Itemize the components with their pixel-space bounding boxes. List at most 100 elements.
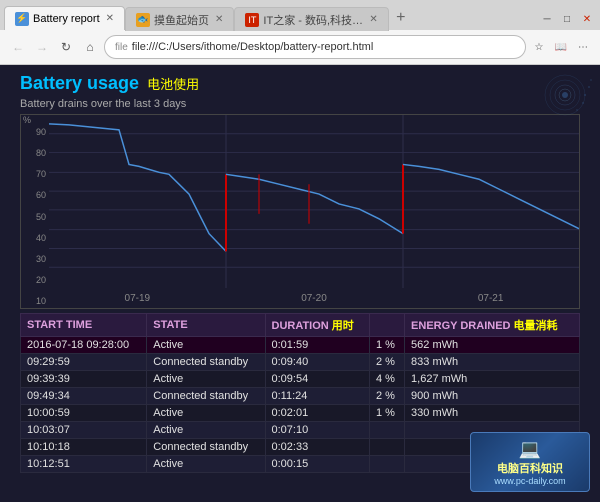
- cell-start-time: 10:00:59: [21, 405, 147, 422]
- maximize-button[interactable]: □: [558, 10, 576, 28]
- cell-start-time: 10:03:07: [21, 422, 147, 439]
- tab-favicon-1: ⚡: [15, 12, 29, 26]
- browser-chrome: ⚡ Battery report ✕ 🐟 摸鱼起始页 ✕ IT IT之家 - 数…: [0, 0, 600, 65]
- back-button[interactable]: ←: [8, 37, 28, 57]
- close-window-button[interactable]: ✕: [578, 10, 596, 28]
- chart-inner: [49, 115, 579, 288]
- y-label-60: 60: [21, 190, 49, 200]
- cell-energy: 900 mWh: [405, 388, 580, 405]
- col-energy: ENERGY DRAINED 电量消耗: [405, 314, 580, 337]
- cell-start-time: 09:29:59: [21, 354, 147, 371]
- cell-energy: 330 mWh: [405, 405, 580, 422]
- tab-favicon-3: IT: [245, 13, 259, 27]
- page-title-en: Battery usage: [20, 73, 139, 94]
- table-row: 10:00:59 Active 0:02:01 1 % 330 mWh: [21, 405, 580, 422]
- cell-duration: 0:00:15: [265, 456, 370, 473]
- table-header-row: START TIME STATE DURATION 用时 ENERGY DRAI…: [21, 314, 580, 337]
- cell-start-time: 09:49:34: [21, 388, 147, 405]
- col-percent: [370, 314, 405, 337]
- page-content: Battery usage 电池使用 Battery drains over t…: [0, 65, 600, 502]
- chart-svg: [49, 115, 579, 288]
- y-label-20: 20: [21, 275, 49, 285]
- cell-duration: 0:11:24: [265, 388, 370, 405]
- reload-button[interactable]: ↻: [56, 37, 76, 57]
- reading-mode-button[interactable]: 📖: [552, 38, 570, 56]
- tab-bar: ⚡ Battery report ✕ 🐟 摸鱼起始页 ✕ IT IT之家 - 数…: [0, 0, 600, 30]
- url-text: file:///C:/Users/ithome/Desktop/battery-…: [132, 41, 373, 53]
- cell-state: Connected standby: [147, 354, 265, 371]
- star-button[interactable]: ☆: [530, 38, 548, 56]
- cell-percent: 1 %: [370, 337, 405, 354]
- cell-percent: [370, 456, 405, 473]
- cell-duration: 0:09:40: [265, 354, 370, 371]
- tab-close-3[interactable]: ✕: [369, 14, 377, 25]
- table-row: 2016-07-18 09:28:00 Active 0:01:59 1 % 5…: [21, 337, 580, 354]
- new-tab-button[interactable]: +: [389, 6, 413, 30]
- cell-duration: 0:07:10: [265, 422, 370, 439]
- report-subtitle: Battery drains over the last 3 days: [0, 98, 600, 114]
- cell-state: Connected standby: [147, 388, 265, 405]
- cell-state: Active: [147, 371, 265, 388]
- cell-energy: 1,627 mWh: [405, 371, 580, 388]
- y-axis-title: %: [23, 115, 31, 125]
- cell-state: Active: [147, 422, 265, 439]
- cell-percent: 4 %: [370, 371, 405, 388]
- y-axis: 90 80 70 60 50 40 30 20 10: [21, 125, 49, 308]
- cell-duration: 0:01:59: [265, 337, 370, 354]
- spiral-decoration: [535, 70, 595, 120]
- cell-duration: 0:02:33: [265, 439, 370, 456]
- table-row: 09:29:59 Connected standby 0:09:40 2 % 8…: [21, 354, 580, 371]
- minimize-button[interactable]: ─: [538, 10, 556, 28]
- cell-energy: 833 mWh: [405, 354, 580, 371]
- col-state: STATE: [147, 314, 265, 337]
- y-label-50: 50: [21, 212, 49, 222]
- y-label-40: 40: [21, 233, 49, 243]
- chart-area: % 90 80 70 60 50 40 30 20 10: [20, 114, 580, 309]
- table-row: 09:49:34 Connected standby 0:11:24 2 % 9…: [21, 388, 580, 405]
- home-button[interactable]: ⌂: [80, 37, 100, 57]
- forward-button[interactable]: →: [32, 37, 52, 57]
- y-label-90: 90: [21, 127, 49, 137]
- cell-duration: 0:02:01: [265, 405, 370, 422]
- y-label-10: 10: [21, 296, 49, 306]
- col-duration: DURATION 用时: [265, 314, 370, 337]
- tab-battery-report[interactable]: ⚡ Battery report ✕: [4, 6, 125, 30]
- tab-close-2[interactable]: ✕: [215, 14, 223, 25]
- watermark-url: www.pc-daily.com: [494, 476, 565, 486]
- address-bar: ← → ↻ ⌂ file file:///C:/Users/ithome/Des…: [0, 30, 600, 64]
- x-label-0720: 07-20: [301, 293, 327, 304]
- tab-label-2: 摸鱼起始页: [154, 12, 209, 28]
- cell-state: Active: [147, 337, 265, 354]
- x-label-0721: 07-21: [478, 293, 504, 304]
- tab-fish[interactable]: 🐟 摸鱼起始页 ✕: [125, 7, 234, 31]
- watermark: 💻 电脑百科知识 www.pc-daily.com: [470, 432, 590, 492]
- cell-start-time: 10:10:18: [21, 439, 147, 456]
- cell-percent: [370, 439, 405, 456]
- cell-percent: 2 %: [370, 354, 405, 371]
- page-title-zh: 电池使用: [147, 74, 199, 93]
- cell-percent: 2 %: [370, 388, 405, 405]
- table-row: 09:39:39 Active 0:09:54 4 % 1,627 mWh: [21, 371, 580, 388]
- cell-state: Connected standby: [147, 439, 265, 456]
- settings-button[interactable]: ⋯: [574, 38, 592, 56]
- tab-label-3: IT之家 - 数码,科技,生...: [263, 12, 363, 28]
- cell-start-time: 2016-07-18 09:28:00: [21, 337, 147, 354]
- x-label-0719: 07-19: [125, 293, 151, 304]
- tab-ithome[interactable]: IT IT之家 - 数码,科技,生... ✕: [234, 7, 388, 31]
- cell-state: Active: [147, 405, 265, 422]
- y-label-30: 30: [21, 254, 49, 264]
- tab-label-1: Battery report: [33, 13, 100, 25]
- cell-percent: 1 %: [370, 405, 405, 422]
- tab-close-1[interactable]: ✕: [106, 13, 114, 24]
- cell-percent: [370, 422, 405, 439]
- cell-energy: 562 mWh: [405, 337, 580, 354]
- cell-start-time: 09:39:39: [21, 371, 147, 388]
- report-header: Battery usage 电池使用: [0, 65, 600, 98]
- col-start-time: START TIME: [21, 314, 147, 337]
- browser-right-controls: ☆ 📖 ⋯: [530, 38, 592, 56]
- url-bar[interactable]: file file:///C:/Users/ithome/Desktop/bat…: [104, 35, 526, 59]
- watermark-title: 电脑百科知识: [497, 460, 563, 476]
- cell-start-time: 10:12:51: [21, 456, 147, 473]
- tab-favicon-2: 🐟: [136, 13, 150, 27]
- y-label-70: 70: [21, 169, 49, 179]
